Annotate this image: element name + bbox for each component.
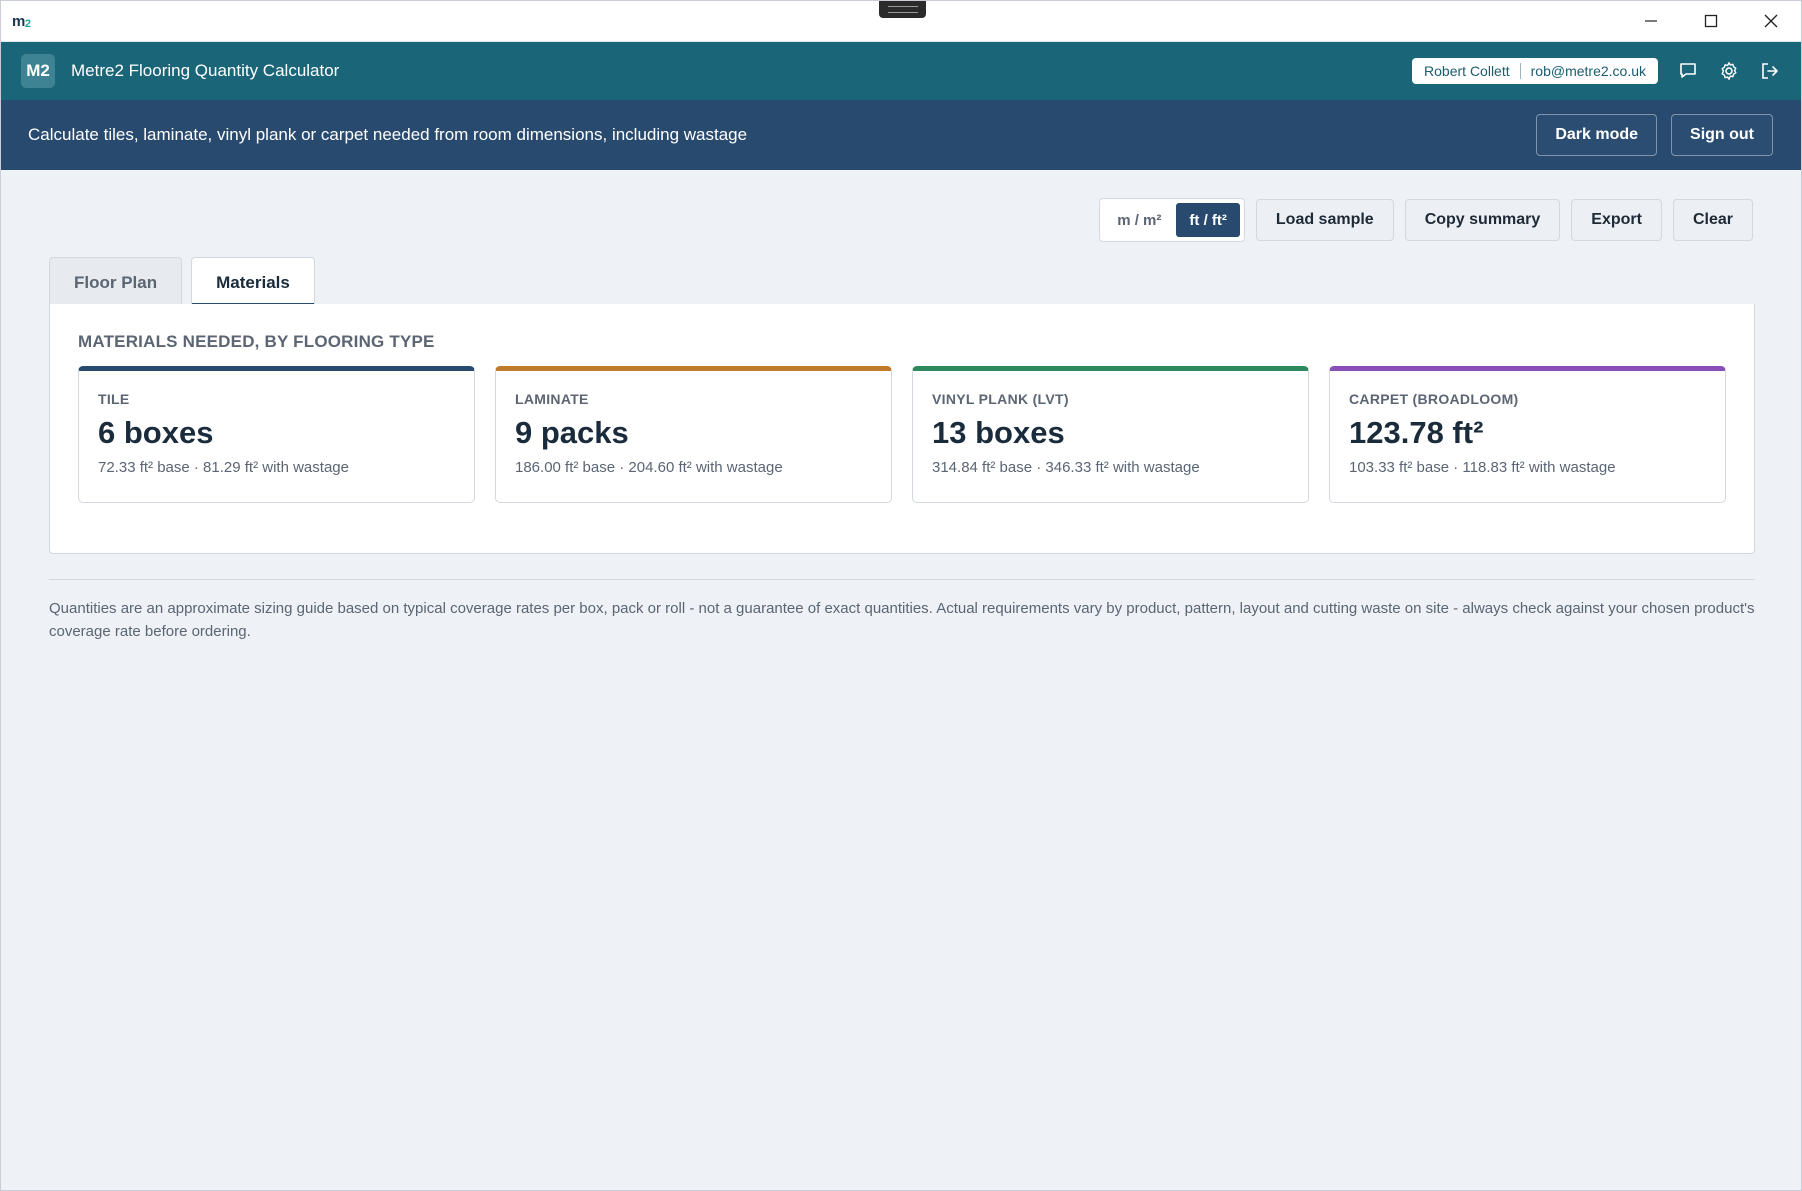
app-window: m2 M2 Metre2 Flooring Quantity Calculato…: [0, 0, 1802, 1191]
card-value: 9 packs: [515, 415, 629, 450]
pill-divider: [1519, 63, 1521, 79]
card-value: 13 boxes: [932, 415, 1065, 450]
materials-heading: MATERIALS NEEDED, BY FLOORING TYPE: [78, 332, 435, 351]
toolbar: m / m² ft / ft² Load sample Copy summary…: [1099, 198, 1753, 242]
card-label: VINYL PLANK (LVT): [932, 391, 1069, 407]
logout-icon: [1762, 63, 1778, 79]
user-name: Robert Collett: [1424, 63, 1510, 79]
materials-panel: MATERIALS NEEDED, BY FLOORING TYPE TILE …: [49, 304, 1755, 554]
material-card-carpet: CARPET (BROADLOOM) 123.78 ft² 103.33 ft²…: [1329, 366, 1726, 503]
app-title: Metre2 Flooring Quantity Calculator: [71, 61, 340, 80]
drag-handle[interactable]: [879, 1, 926, 18]
card-label: TILE: [98, 391, 130, 407]
logout-button[interactable]: [1759, 60, 1781, 82]
disclaimer-note: Quantities are an approximate sizing gui…: [49, 600, 1755, 640]
close-icon: [1764, 14, 1778, 28]
copy-summary-button[interactable]: Copy summary: [1404, 199, 1561, 241]
app-header: M2 Metre2 Flooring Quantity Calculator R…: [1, 42, 1801, 100]
material-card-vinyl-plank: VINYL PLANK (LVT) 13 boxes 314.84 ft² ba…: [912, 366, 1309, 503]
close-button[interactable]: [1741, 1, 1801, 41]
minimize-button[interactable]: [1621, 1, 1681, 41]
app-description: Calculate tiles, laminate, vinyl plank o…: [28, 125, 748, 144]
card-label: CARPET (BROADLOOM): [1349, 391, 1519, 407]
sign-out-button[interactable]: Sign out: [1671, 114, 1773, 156]
settings-button[interactable]: [1718, 60, 1740, 82]
tab-materials[interactable]: Materials: [191, 257, 315, 307]
tab-bar: Floor Plan Materials: [49, 257, 315, 307]
brand-badge: M2: [21, 54, 55, 88]
unit-imperial-option[interactable]: ft / ft²: [1176, 203, 1240, 237]
card-label: LAMINATE: [515, 391, 589, 407]
section-divider: [49, 579, 1755, 580]
card-detail: 314.84 ft² base · 346.33 ft² with wastag…: [932, 459, 1200, 476]
material-cards: TILE 6 boxes 72.33 ft² base · 81.29 ft² …: [78, 366, 1726, 503]
feedback-button[interactable]: [1677, 60, 1699, 82]
chat-icon: [1680, 63, 1696, 78]
card-detail: 186.00 ft² base · 204.60 ft² with wastag…: [515, 459, 783, 476]
tab-floor-plan[interactable]: Floor Plan: [49, 257, 183, 307]
dark-mode-button[interactable]: Dark mode: [1536, 114, 1658, 156]
user-email: rob@metre2.co.uk: [1530, 63, 1646, 79]
material-card-laminate: LAMINATE 9 packs 186.00 ft² base · 204.6…: [495, 366, 892, 503]
card-value: 123.78 ft²: [1349, 415, 1484, 450]
load-sample-button[interactable]: Load sample: [1255, 199, 1394, 241]
minimize-icon: [1645, 20, 1657, 22]
user-account-pill[interactable]: Robert Collett rob@metre2.co.uk: [1412, 58, 1658, 84]
maximize-icon: [1704, 14, 1718, 28]
material-card-tile: TILE 6 boxes 72.33 ft² base · 81.29 ft² …: [78, 366, 475, 503]
clear-button[interactable]: Clear: [1672, 199, 1753, 241]
window-titlebar: m2: [1, 1, 1801, 42]
card-detail: 103.33 ft² base · 118.83 ft² with wastag…: [1349, 459, 1616, 476]
app-logo: m2: [12, 12, 31, 30]
unit-toggle: m / m² ft / ft²: [1099, 198, 1245, 242]
export-button[interactable]: Export: [1571, 199, 1662, 241]
gear-icon: [1721, 62, 1737, 80]
window-controls: [1621, 1, 1801, 41]
header-actions: Robert Collett rob@metre2.co.uk: [1412, 58, 1781, 84]
maximize-button[interactable]: [1681, 1, 1741, 41]
card-detail: 72.33 ft² base · 81.29 ft² with wastage: [98, 459, 349, 476]
subheader: Calculate tiles, laminate, vinyl plank o…: [1, 100, 1801, 170]
subheader-actions: Dark mode Sign out: [1536, 114, 1773, 156]
unit-metric-option[interactable]: m / m²: [1104, 203, 1174, 237]
card-value: 6 boxes: [98, 415, 214, 450]
